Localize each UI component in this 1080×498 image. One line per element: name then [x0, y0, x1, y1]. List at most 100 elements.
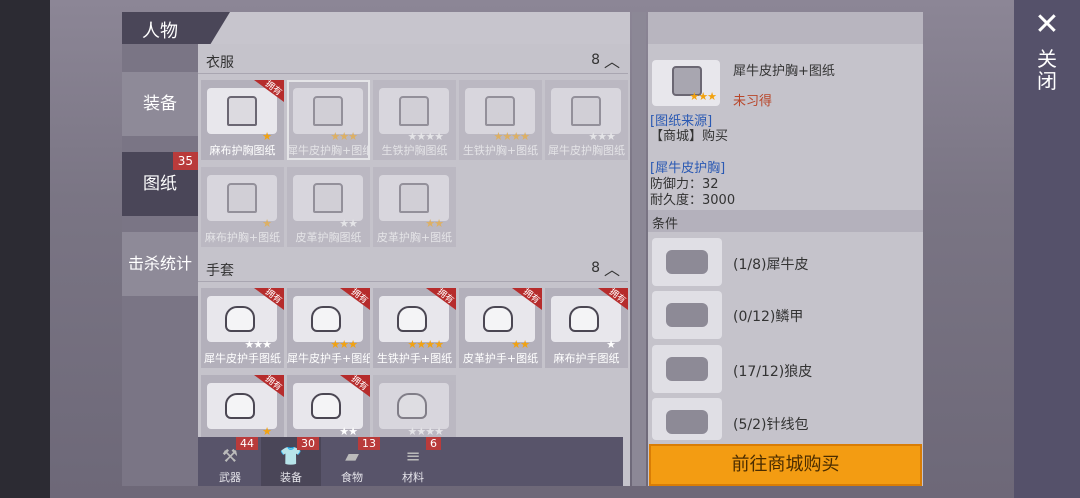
clothes-blueprint-card[interactable]: ★ 麻布护胸+图纸: [201, 167, 284, 247]
sidebar-item-label: 装备: [143, 94, 177, 114]
glove-icon: [311, 393, 341, 419]
gloves-blueprint-card[interactable]: ★★★★ 拥有 生铁护手+图纸: [373, 288, 456, 368]
sidebar-item-kill-stats[interactable]: 击杀统计: [122, 232, 198, 296]
detail-item-image: ★★★: [652, 60, 720, 106]
section-header-gloves[interactable]: 手套 8 ︿: [198, 254, 628, 282]
clothes-blueprint-card[interactable]: ★★★ 犀牛皮护胸+图纸: [287, 80, 370, 160]
material-requirement: (17/12)狼皮: [733, 364, 813, 380]
material-requirement: (5/2)针线包: [733, 417, 809, 433]
gloves-blueprint-card[interactable]: ★★★ 拥有 犀牛皮护手图纸: [201, 288, 284, 368]
blueprint-name: 麻布护胸+图纸: [204, 231, 281, 244]
tab-badge: 13: [358, 437, 380, 450]
blueprint-name: 皮革护手+图纸: [462, 352, 539, 365]
shirt-icon: 👕: [279, 446, 303, 467]
glove-icon: [397, 306, 427, 332]
blueprint-count-badge: 35: [172, 152, 198, 170]
blueprint-image: ★★★: [293, 296, 363, 351]
glove-icon: [225, 393, 255, 419]
blueprint-name: 生铁护手+图纸: [376, 352, 453, 365]
blueprint-image: ★★: [293, 175, 363, 230]
close-icon[interactable]: ✕: [1032, 10, 1062, 40]
section-title: 衣服: [206, 55, 234, 71]
blueprint-image: ★: [207, 88, 277, 143]
tab-materials[interactable]: ≡ 材料 6: [383, 437, 443, 486]
blueprint-name: 麻布护手图纸: [553, 352, 620, 365]
sidebar-item-equipment[interactable]: 装备: [122, 72, 198, 136]
clothes-blueprint-card[interactable]: ★★★ 犀牛皮护胸图纸: [545, 80, 628, 160]
blueprint-image: ★★★★: [379, 88, 449, 143]
tab-food[interactable]: ▰ 食物 13: [322, 437, 382, 486]
chevron-up-icon[interactable]: ︿: [604, 48, 620, 72]
chest-armor-icon: [227, 183, 257, 213]
wood-icon: ≡: [405, 446, 421, 467]
scale-armor-icon[interactable]: [652, 291, 722, 339]
blueprint-image: ★: [207, 175, 277, 230]
page-title: 人物: [142, 21, 178, 42]
blueprint-name: 麻布护胸图纸: [209, 144, 276, 157]
chest-armor-icon: [227, 96, 257, 126]
blueprint-image: ★★: [379, 175, 449, 230]
chest-armor-icon: [485, 96, 515, 126]
tab-label: 材料: [402, 471, 424, 484]
chest-armor-icon: [399, 96, 429, 126]
wolf-hide-icon[interactable]: [652, 345, 722, 393]
blueprint-name: 生铁护胸图纸: [381, 144, 448, 157]
clothes-blueprint-card[interactable]: ★★ 皮革护胸+图纸: [373, 167, 456, 247]
gloves-blueprint-card[interactable]: ★★★ 拥有 犀牛皮护手+图纸: [287, 288, 370, 368]
blueprint-image: ★★★: [207, 296, 277, 351]
glove-icon: [397, 393, 427, 419]
blueprint-name: 生铁护胸+图纸: [462, 144, 539, 157]
tab-badge: 44: [236, 437, 258, 450]
chevron-up-icon[interactable]: ︿: [604, 256, 620, 280]
glove-icon: [225, 306, 255, 332]
chest-armor-icon: [313, 183, 343, 213]
tab-label: 食物: [341, 471, 363, 484]
chest-armor-icon: [399, 183, 429, 213]
blueprint-name: 犀牛皮护胸+图纸: [287, 144, 370, 157]
left-margin: [0, 0, 50, 498]
blueprint-image: ★★★: [551, 88, 621, 143]
clothes-blueprint-card[interactable]: ★★★★ 生铁护胸+图纸: [459, 80, 542, 160]
sewing-kit-icon[interactable]: [652, 398, 722, 440]
blueprint-name: 犀牛皮护胸图纸: [548, 144, 625, 157]
meat-icon: ▰: [345, 446, 359, 467]
tab-label: 武器: [219, 471, 241, 484]
tab-weapons[interactable]: ⚒ 武器 44: [200, 437, 260, 486]
material-requirement: (0/12)鳞甲: [733, 309, 804, 325]
durability-stat: 耐久度：3000: [650, 193, 736, 208]
clothes-blueprint-card[interactable]: ★★ 皮革护胸图纸: [287, 167, 370, 247]
go-to-shop-button[interactable]: 前往商城购买: [649, 444, 922, 486]
detail-header: [648, 12, 923, 44]
section-count: 8: [591, 260, 600, 276]
rarity-stars: ★★★: [689, 90, 717, 103]
learn-status: 未习得: [733, 94, 773, 109]
gloves-blueprint-card[interactable]: ★ 拥有 麻布护手图纸: [545, 288, 628, 368]
close-label[interactable]: 关闭: [1036, 48, 1058, 92]
chest-armor-icon: [313, 96, 343, 126]
blueprint-name: 皮革护胸图纸: [295, 231, 362, 244]
detail-item-name: 犀牛皮护胸+图纸: [733, 64, 835, 79]
sidebar-item-blueprints[interactable]: 图纸 35: [122, 152, 198, 216]
glove-icon: [311, 306, 341, 332]
rhino-hide-icon[interactable]: [652, 238, 722, 286]
source-value: 【商城】购买: [650, 129, 729, 144]
tab-label: 装备: [280, 471, 302, 484]
clothes-blueprint-card[interactable]: ★ 拥有 麻布护胸图纸: [201, 80, 284, 160]
conditions-title: 条件: [652, 217, 679, 232]
blueprint-image: ★★★: [293, 88, 363, 143]
gloves-blueprint-card[interactable]: ★★ 拥有 皮革护手+图纸: [459, 288, 542, 368]
blueprint-image: ★: [551, 296, 621, 351]
chest-armor-icon: [571, 96, 601, 126]
sidebar-item-label: 击杀统计: [127, 254, 192, 273]
blueprint-image: ★★: [465, 296, 535, 351]
panel-divider: [632, 12, 646, 486]
tab-equipment[interactable]: 👕 装备 30: [261, 437, 321, 486]
material-requirement: (1/8)犀牛皮: [733, 257, 809, 273]
section-count: 8: [591, 52, 600, 68]
blueprint-image: ★★★★: [379, 383, 449, 438]
glove-icon: [483, 306, 513, 332]
blueprint-image: ★★: [293, 383, 363, 438]
blueprint-name: 皮革护胸+图纸: [376, 231, 453, 244]
section-header-clothes[interactable]: 衣服 8 ︿: [198, 46, 628, 74]
clothes-blueprint-card[interactable]: ★★★★ 生铁护胸图纸: [373, 80, 456, 160]
